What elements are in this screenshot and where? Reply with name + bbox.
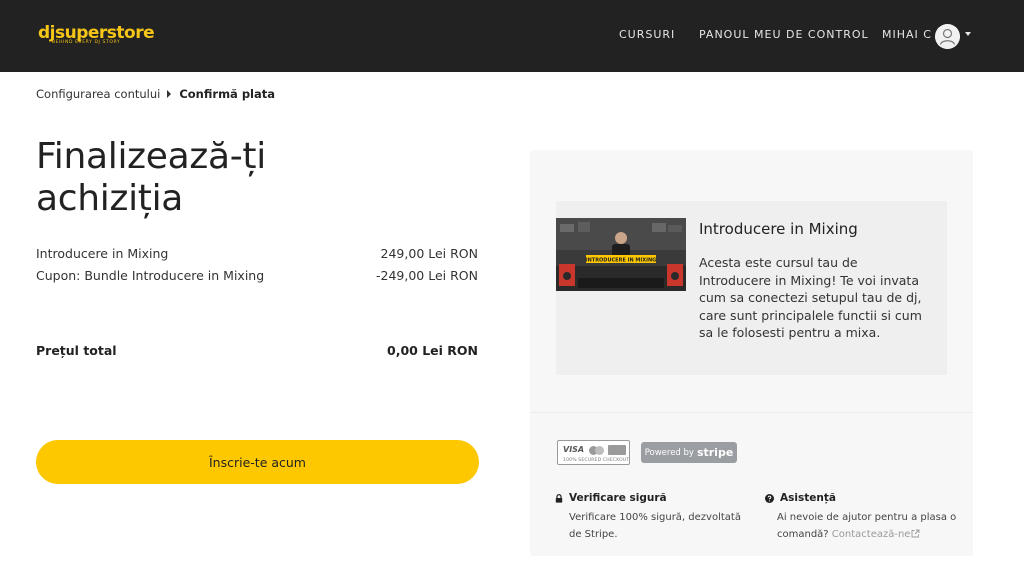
thumbnail-caption: INTRODUCERE IN MIXING bbox=[586, 258, 656, 264]
user-menu-caret-icon[interactable] bbox=[965, 32, 971, 36]
lock-icon bbox=[555, 493, 563, 503]
course-description: Acesta este cursul tau de Introducere in… bbox=[699, 255, 922, 340]
secured-checkout-label: 100% SECURED CHECKOUT bbox=[563, 458, 630, 463]
question-circle-icon bbox=[765, 493, 774, 503]
nav-cursuri[interactable]: CURSURI bbox=[619, 28, 675, 41]
stripe-wordmark: stripe bbox=[696, 446, 734, 459]
payment-cards-badge: VISA 100% SECURED CHECKOUT bbox=[557, 440, 630, 465]
assistance-title: Asistență bbox=[780, 492, 836, 504]
secure-verification-title: Verificare sigură bbox=[569, 492, 667, 504]
course-thumbnail: INTRODUCERE IN MIXING bbox=[556, 218, 686, 291]
breadcrumb-separator-icon bbox=[167, 90, 172, 98]
total-value: 0,00 Lei RON bbox=[387, 343, 478, 358]
page-title: Finalizează-ți achiziția bbox=[36, 136, 266, 219]
order-line-coupon: Cupon: Bundle Introducere in Mixing -249… bbox=[36, 268, 478, 283]
enroll-now-button[interactable]: Înscrie-te acum bbox=[36, 440, 479, 484]
course-title: Introducere in Mixing bbox=[699, 220, 858, 238]
external-link-icon bbox=[912, 529, 920, 538]
breadcrumb-step-confirm: Confirmă plata bbox=[179, 87, 276, 101]
order-line-item: Introducere in Mixing 249,00 Lei RON bbox=[36, 246, 478, 261]
total-label: Prețul total bbox=[36, 343, 117, 358]
total-price-row: Prețul total 0,00 Lei RON bbox=[36, 343, 478, 358]
assistance-heading: Asistență bbox=[765, 492, 836, 504]
mastercard-icon-overlap bbox=[595, 446, 604, 455]
assistance-block: Ai nevoie de ajutor pentru a plasa o com… bbox=[777, 509, 962, 543]
visa-logo: VISA bbox=[563, 445, 585, 454]
nav-panou-de-control[interactable]: PANOUL MEU DE CONTROL bbox=[699, 28, 869, 41]
secure-verification-heading: Verificare sigură bbox=[555, 492, 667, 504]
nav-user-name[interactable]: MIHAI C bbox=[882, 28, 932, 41]
user-avatar-icon bbox=[935, 24, 960, 49]
djsuperstore-logo[interactable]: djsuperstore BEHIND EVERY DJ STORY bbox=[38, 24, 162, 46]
panel-divider bbox=[530, 412, 973, 413]
user-avatar[interactable] bbox=[935, 24, 960, 49]
breadcrumb-step-account[interactable]: Configurarea contului bbox=[36, 87, 160, 101]
powered-by-label: Powered by bbox=[644, 447, 694, 458]
secure-verification-text: Verificare 100% sigură, dezvoltată de St… bbox=[569, 512, 741, 540]
powered-by-stripe-badge: Powered by stripe bbox=[641, 442, 737, 463]
contact-us-label: Contactează-ne bbox=[831, 529, 911, 540]
course-thumbnail-image: INTRODUCERE IN MIXING bbox=[556, 218, 686, 291]
breadcrumb: Configurarea contului Confirmă plata bbox=[36, 87, 275, 101]
contact-us-link[interactable]: Contactează-ne bbox=[832, 529, 921, 540]
line-item-label: Introducere in Mixing bbox=[36, 246, 169, 261]
line-item-price: 249,00 Lei RON bbox=[380, 246, 478, 261]
amex-card-icon bbox=[608, 445, 626, 455]
coupon-price: -249,00 Lei RON bbox=[376, 268, 478, 283]
coupon-label: Cupon: Bundle Introducere in Mixing bbox=[36, 268, 265, 283]
logo-tagline: BEHIND EVERY DJ STORY bbox=[52, 40, 121, 45]
top-navbar: djsuperstore BEHIND EVERY DJ STORY CURSU… bbox=[0, 0, 1024, 72]
